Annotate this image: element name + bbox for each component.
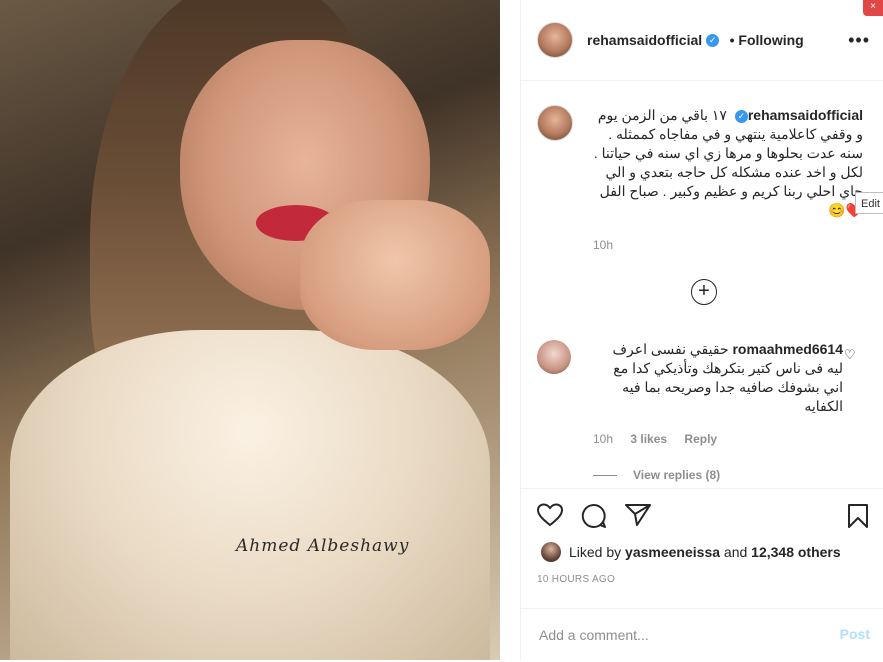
comment-like-heart-icon[interactable]: ♡	[844, 347, 856, 363]
post-header: rehamsaidofficial ✓ • Following •••	[521, 0, 883, 81]
actions-section: Liked by yasmeeneissa and 12,348 others …	[521, 488, 883, 661]
caption-time[interactable]: 10h	[593, 238, 613, 252]
caption-verified-icon: ✓	[734, 109, 748, 123]
add-comment-input[interactable]	[537, 621, 811, 649]
likes-joiner: and	[723, 544, 748, 560]
post-photo[interactable]: Ahmed Albeshawy	[0, 0, 500, 660]
view-replies-line	[593, 475, 617, 477]
author-username[interactable]: rehamsaidofficial	[587, 32, 702, 48]
comment-time[interactable]: 10h	[593, 432, 613, 446]
save-bookmark-icon[interactable]	[847, 503, 869, 529]
share-paper-plane-icon[interactable]	[625, 503, 651, 527]
like-heart-icon[interactable]	[537, 503, 563, 527]
more-options-icon[interactable]: •••	[848, 30, 870, 51]
photo-signature: Ahmed Albeshawy	[236, 536, 410, 556]
post-side-panel: rehamsaidofficial ✓ • Following ••• reham…	[520, 0, 883, 660]
edit-tooltip-button[interactable]: Edit	[855, 192, 883, 214]
likes-summary: Liked by yasmeeneissa and 12,348 others	[569, 544, 841, 560]
author-avatar[interactable]	[537, 22, 573, 58]
comment-reply-button[interactable]: Reply	[684, 432, 717, 446]
liker-avatar[interactable]	[541, 542, 561, 562]
caption-username[interactable]: rehamsaidofficial	[748, 107, 863, 123]
post-comment-button[interactable]: Post	[840, 626, 870, 642]
load-more-comments-icon[interactable]: +	[691, 279, 717, 305]
following-label: Following	[738, 32, 804, 48]
comment-likes-count[interactable]: 3 likes	[630, 432, 667, 446]
view-replies-button[interactable]: View replies (8)	[593, 468, 720, 482]
photo-blouse	[10, 330, 490, 660]
comment-bubble-icon[interactable]	[581, 503, 607, 529]
commenter-avatar[interactable]	[537, 340, 571, 374]
caption: rehamsaidofficial✓ ١٧ باقي من الزمن يوم …	[593, 106, 863, 220]
liker-username[interactable]: yasmeeneissa	[625, 544, 720, 560]
view-replies-label: View replies (8)	[633, 468, 721, 482]
close-icon[interactable]: ×	[863, 0, 883, 16]
photo-hands	[300, 200, 490, 350]
post-timestamp[interactable]: 10 HOURS AGO	[537, 574, 615, 585]
likes-others-count[interactable]: 12,348 others	[751, 544, 841, 560]
following-button[interactable]: • Following	[730, 32, 804, 48]
header-author-line: rehamsaidofficial ✓ • Following	[587, 32, 804, 50]
comment-meta: 10h 3 likes Reply	[593, 432, 731, 446]
commenter-username[interactable]: romaahmed6614	[732, 341, 843, 357]
verified-badge-icon: ✓	[706, 34, 720, 48]
comment: romaahmed6614 حقيقي نفسى اعرف ليه فى ناس…	[593, 340, 843, 416]
caption-avatar[interactable]	[537, 105, 573, 141]
likes-prefix: Liked by	[569, 544, 622, 560]
add-comment-bar: Post	[521, 608, 883, 662]
